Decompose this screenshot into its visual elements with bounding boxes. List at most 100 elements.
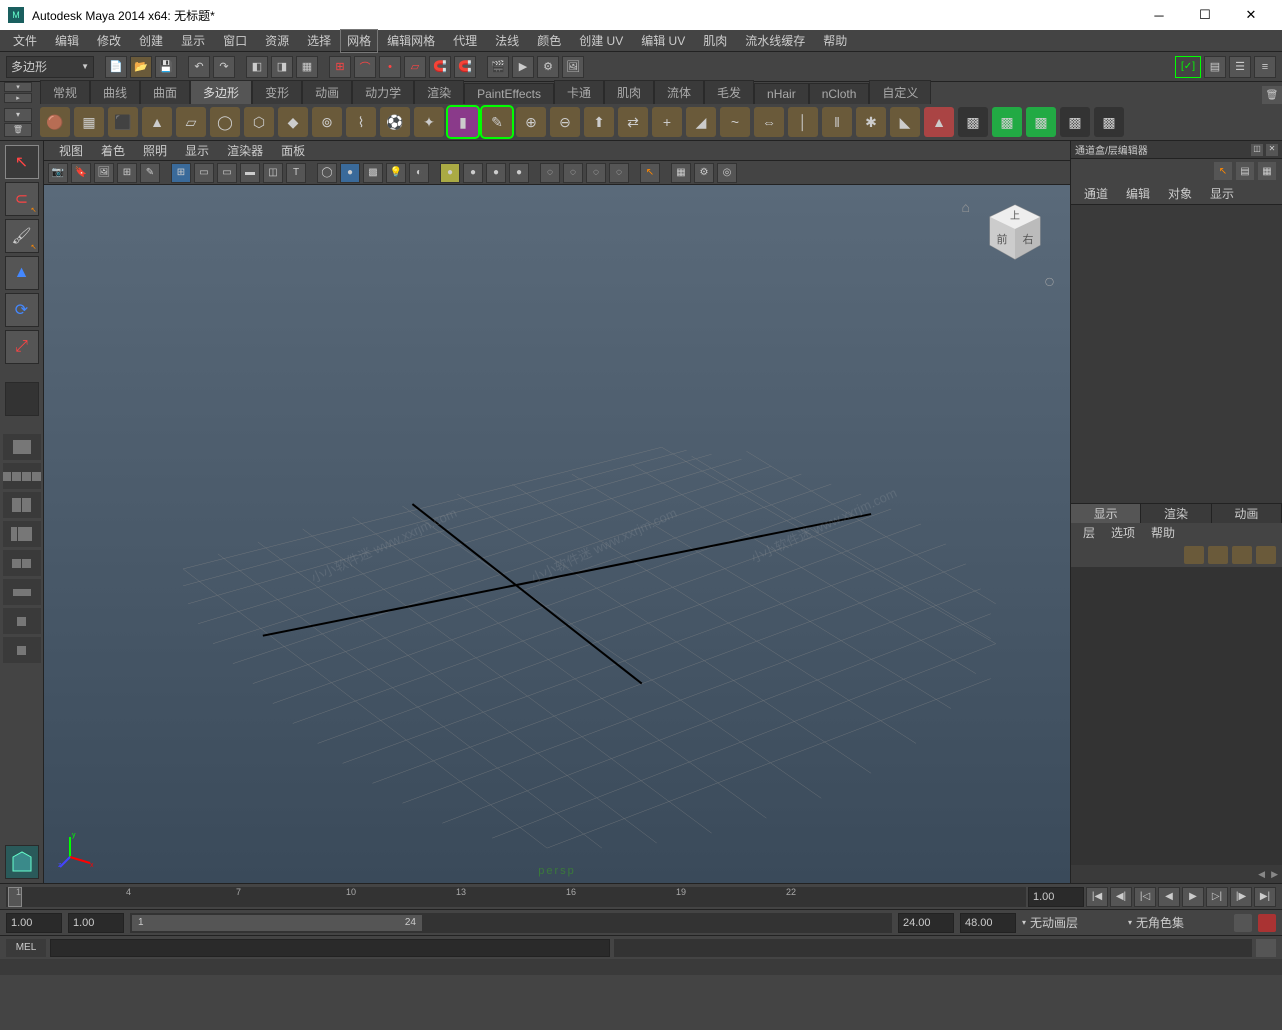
lasso-tool[interactable]: ⊂↖ <box>5 182 39 216</box>
close-button[interactable]: ✕ <box>1228 0 1274 30</box>
single-view-button[interactable] <box>3 434 41 460</box>
resolution-gate-toggle[interactable]: ▭ <box>217 163 237 183</box>
maximize-button[interactable]: ☐ <box>1182 0 1228 30</box>
panel-close-icon[interactable]: ✕ <box>1266 144 1278 156</box>
shelf-tab-渲染[interactable]: 渲染 <box>414 80 464 104</box>
last-tool[interactable] <box>5 382 39 416</box>
menu-修改[interactable]: 修改 <box>88 30 130 52</box>
select-camera-button[interactable]: ↖ <box>640 163 660 183</box>
script-editor-button[interactable] <box>3 608 41 634</box>
bridge-icon[interactable]: ⇄ <box>618 107 648 137</box>
shelf-tab-常规[interactable]: 常规 <box>40 80 90 104</box>
character-set-selector[interactable]: ▾无角色集 <box>1128 914 1228 931</box>
attribute-editor-toggle[interactable]: ▤ <box>1204 56 1226 78</box>
bevel-icon[interactable]: ◢ <box>686 107 716 137</box>
layer-tab-渲染[interactable]: 渲染 <box>1141 504 1211 523</box>
playback-end-field[interactable]: 24.00 <box>898 913 954 933</box>
channel-menu-对象[interactable]: 对象 <box>1159 185 1201 202</box>
layer-tab-显示[interactable]: 显示 <box>1071 504 1141 523</box>
select-tool[interactable]: ↖ <box>5 145 39 179</box>
poly-cone-icon[interactable]: ▲ <box>142 107 172 137</box>
panel-menu-显示[interactable]: 显示 <box>176 142 218 159</box>
shelf-tab-卡通[interactable]: 卡通 <box>554 80 604 104</box>
select-component-button[interactable]: ▦ <box>296 56 318 78</box>
menu-法线[interactable]: 法线 <box>486 30 528 52</box>
auto-key-toggle[interactable] <box>1234 914 1252 932</box>
step-forward-button[interactable]: ▷| <box>1206 887 1228 907</box>
light1-button[interactable]: ● <box>440 163 460 183</box>
ch-icon-1[interactable]: ↖ <box>1214 162 1232 180</box>
menu-创建 UV[interactable]: 创建 UV <box>570 30 632 52</box>
layer-tab-动画[interactable]: 动画 <box>1212 504 1282 523</box>
insert-edge-icon[interactable]: │ <box>788 107 818 137</box>
play-back-button[interactable]: ◀ <box>1158 887 1180 907</box>
layer-menu-选项[interactable]: 选项 <box>1103 523 1143 543</box>
film-gate-toggle[interactable]: ▭ <box>194 163 214 183</box>
menu-网格[interactable]: 网格 <box>340 29 378 53</box>
step-back-key-button[interactable]: ◀| <box>1110 887 1132 907</box>
xray-joints-button[interactable]: ◌ <box>563 163 583 183</box>
go-start-button[interactable]: |◀ <box>1086 887 1108 907</box>
image-plane-button[interactable]: 🖼 <box>94 163 114 183</box>
shelf-tab-nHair[interactable]: nHair <box>754 83 809 104</box>
separate-icon[interactable]: ⊖ <box>550 107 580 137</box>
shelf-tab-变形[interactable]: 变形 <box>252 80 302 104</box>
command-input[interactable] <box>50 939 610 957</box>
shelf-tab-PaintEffects[interactable]: PaintEffects <box>464 83 554 104</box>
step-forward-key-button[interactable]: |▶ <box>1230 887 1252 907</box>
anim-end-field[interactable]: 48.00 <box>960 913 1016 933</box>
view-cube[interactable]: 上 前 右 <box>980 197 1050 267</box>
combine-icon[interactable]: ⊕ <box>516 107 546 137</box>
ipr-button[interactable]: ▶ <box>512 56 534 78</box>
channel-menu-显示[interactable]: 显示 <box>1201 185 1243 202</box>
render-settings-button[interactable]: ⚙ <box>537 56 559 78</box>
dynamics-button[interactable] <box>3 637 41 663</box>
current-frame-field[interactable]: 1.00 <box>1028 887 1084 907</box>
field-chart-toggle[interactable]: ◫ <box>263 163 283 183</box>
shelf-tab-nCloth[interactable]: nCloth <box>809 83 870 104</box>
snap-point-button[interactable]: • <box>379 56 401 78</box>
mirror-icon[interactable]: ⇔ <box>754 107 784 137</box>
uv-auto-icon[interactable]: ▩ <box>1094 107 1124 137</box>
hypershade-button[interactable] <box>3 550 41 576</box>
persp-graph-button[interactable] <box>3 579 41 605</box>
layer-menu-帮助[interactable]: 帮助 <box>1143 523 1183 543</box>
paint-select-tool[interactable]: 🖌↖ <box>5 219 39 253</box>
poly-plane-icon[interactable]: ▱ <box>176 107 206 137</box>
two-side-button[interactable] <box>3 492 41 518</box>
poly-prism-icon[interactable]: ⬡ <box>244 107 274 137</box>
shelf-tab-毛发[interactable]: 毛发 <box>704 80 754 104</box>
uv-planar-icon[interactable]: ▩ <box>992 107 1022 137</box>
shelf-tab-多边形[interactable]: 多边形 <box>190 80 252 104</box>
module-selector[interactable]: 多边形 ▼ <box>6 56 94 78</box>
ch-icon-2[interactable]: ▤ <box>1236 162 1254 180</box>
shelf-tab-流体[interactable]: 流体 <box>654 80 704 104</box>
set-key-button[interactable] <box>1258 914 1276 932</box>
persp-outliner-button[interactable] <box>3 521 41 547</box>
menu-肌肉[interactable]: 肌肉 <box>694 30 736 52</box>
layer-new-empty-icon[interactable] <box>1232 546 1252 564</box>
poly-pipe-icon[interactable]: ⊚ <box>312 107 342 137</box>
render-button[interactable]: 🎬 <box>487 56 509 78</box>
playback-start-field[interactable]: 1.00 <box>68 913 124 933</box>
smooth-icon[interactable]: ~ <box>720 107 750 137</box>
uv-cyl-icon[interactable]: ▩ <box>1026 107 1056 137</box>
cone2-icon[interactable]: ▲ <box>924 107 954 137</box>
panel-opt-icon[interactable]: ◫ <box>1251 144 1263 156</box>
isolate-button[interactable]: ◌ <box>586 163 606 183</box>
menu-编辑[interactable]: 编辑 <box>46 30 88 52</box>
render-view-button[interactable]: 🖼 <box>562 56 584 78</box>
light3-button[interactable]: ● <box>486 163 506 183</box>
input-field-toggle[interactable]: [✓] <box>1175 56 1201 78</box>
snap-toggle-button[interactable]: 🧲 <box>454 56 476 78</box>
time-slider[interactable]: 1471013161922 <box>6 887 1026 907</box>
move-tool[interactable]: ▲ <box>5 256 39 290</box>
wireframe-button[interactable]: ◯ <box>317 163 337 183</box>
shaded-button[interactable]: ● <box>340 163 360 183</box>
open-scene-button[interactable]: 📂 <box>130 56 152 78</box>
vp-renderer-button[interactable]: ▦ <box>671 163 691 183</box>
shelf-tab-动画[interactable]: 动画 <box>302 80 352 104</box>
go-end-button[interactable]: ▶| <box>1254 887 1276 907</box>
range-bar[interactable]: 1 24 <box>132 915 422 931</box>
iso2-button[interactable]: ◌ <box>609 163 629 183</box>
